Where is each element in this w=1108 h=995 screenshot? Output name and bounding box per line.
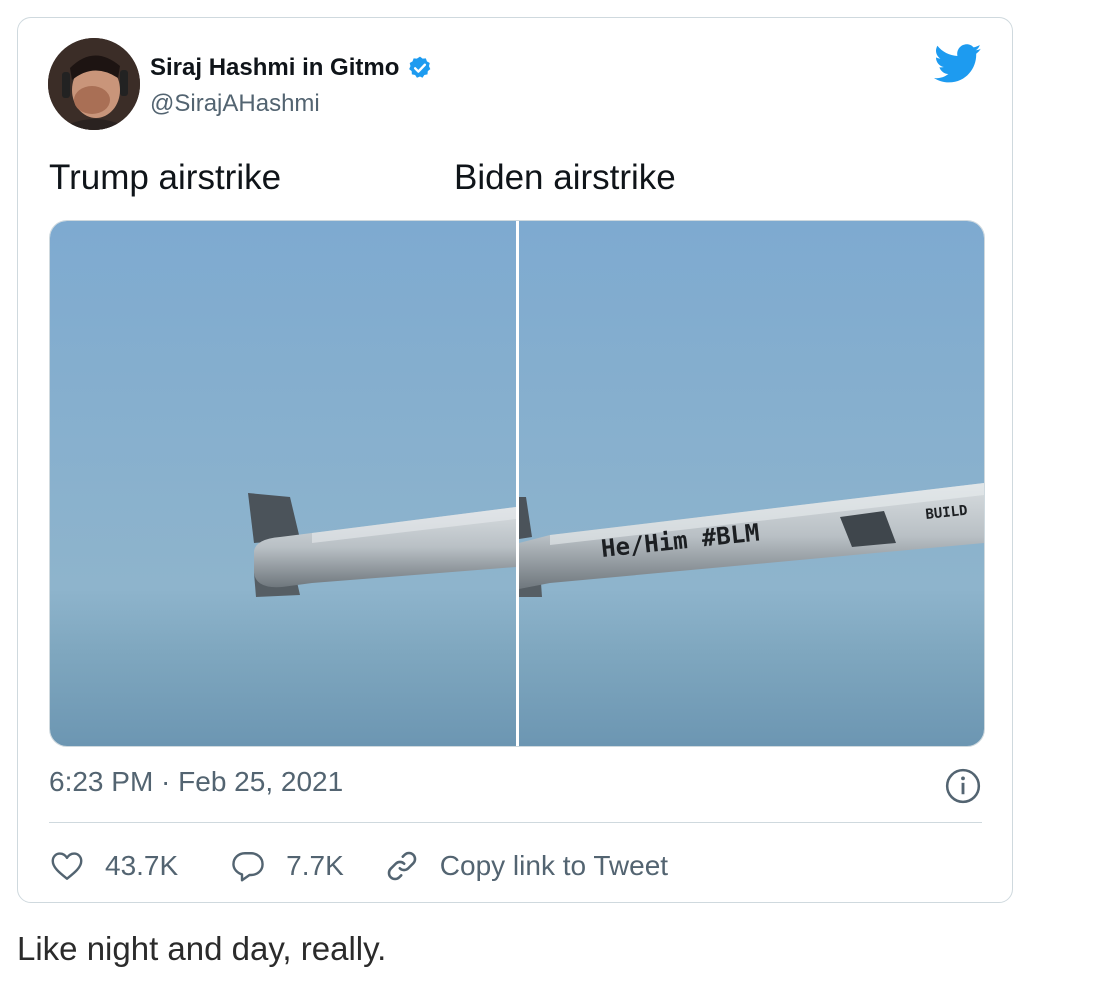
reply-button[interactable]: 7.7K: [230, 848, 344, 884]
reply-count: 7.7K: [286, 850, 344, 881]
heart-icon: [51, 852, 83, 880]
caption-right: Biden airstrike: [454, 158, 676, 197]
post-caption: Like night and day, really.: [17, 930, 387, 967]
avatar[interactable]: [48, 38, 140, 130]
reply-bubble-icon: [232, 852, 264, 882]
author-name-text: Siraj Hashmi in Gitmo: [150, 54, 400, 81]
right-panel-image: He/Him #BLM BUILD: [519, 221, 984, 746]
left-panel-image: [50, 221, 516, 746]
tweet-timestamp[interactable]: 6:23 PM · Feb 25, 2021: [49, 766, 343, 798]
author-handle[interactable]: @SirajAHashmi: [150, 90, 320, 118]
tweet-media-image[interactable]: He/Him #BLM BUILD: [49, 220, 985, 747]
twitter-bird-icon[interactable]: [934, 44, 982, 84]
actions-divider: [49, 822, 982, 823]
copy-link-button[interactable]: Copy link to Tweet: [384, 848, 668, 884]
author-name[interactable]: Siraj Hashmi in Gitmo: [150, 54, 433, 82]
tweet-actions-bar: 43.7K 7.7K Copy link to Tweet: [49, 846, 668, 886]
verified-badge-icon: [409, 56, 431, 78]
tweet-embed-card[interactable]: Siraj Hashmi in Gitmo @SirajAHashmi Trum…: [17, 17, 1013, 903]
like-button[interactable]: 43.7K: [49, 848, 178, 884]
caption-left: Trump airstrike: [49, 158, 282, 197]
copy-link-label: Copy link to Tweet: [439, 850, 669, 881]
info-icon[interactable]: [944, 767, 982, 805]
link-icon: [387, 851, 417, 881]
like-count: 43.7K: [105, 850, 179, 881]
panel-divider: [516, 221, 519, 746]
